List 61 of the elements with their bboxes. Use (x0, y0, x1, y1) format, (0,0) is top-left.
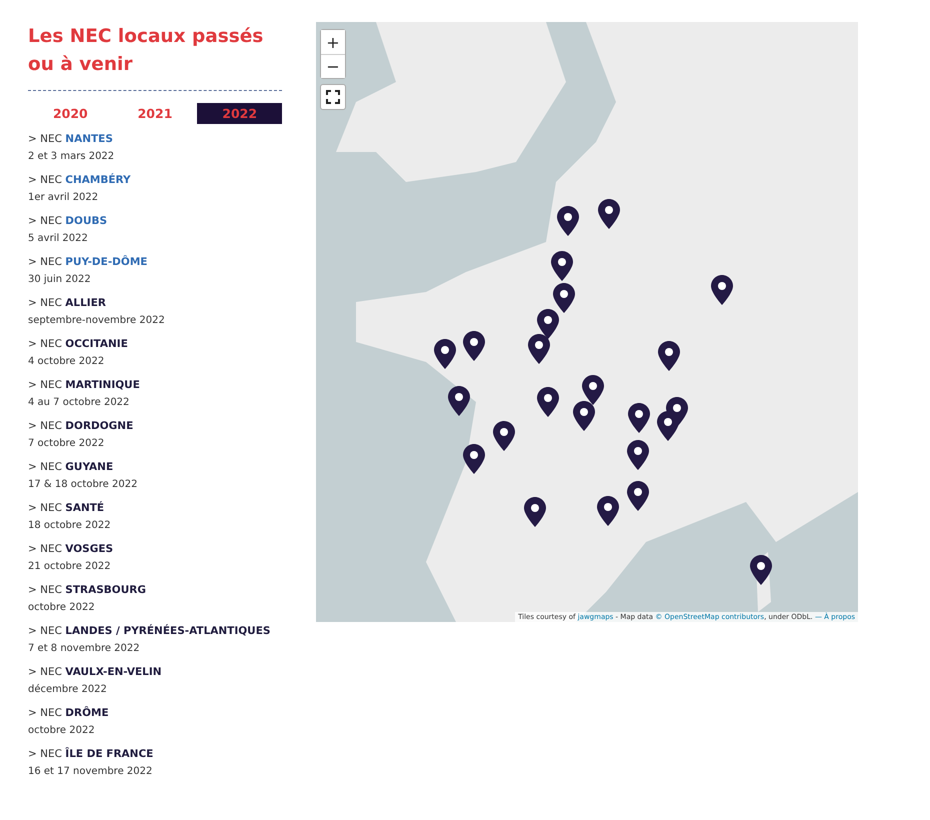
event-date: 2 et 3 mars 2022 (28, 150, 114, 164)
map-pin-icon[interactable] (750, 555, 772, 585)
event-date: 5 avril 2022 (28, 232, 88, 246)
page-heading: Les NEC locaux passés ou à venir (28, 25, 264, 77)
event-date: 7 et 8 novembre 2022 (28, 642, 140, 656)
event-date: 30 juin 2022 (28, 273, 91, 287)
event-date: 4 au 7 octobre 2022 (28, 396, 130, 410)
event-title: > NEC STRASBOURG (28, 583, 146, 598)
map-pin-icon[interactable] (658, 341, 680, 371)
event-date: octobre 2022 (28, 601, 95, 615)
map-pin-icon[interactable] (553, 283, 575, 313)
event-link[interactable]: > NEC PUY-DE-DÔME (28, 254, 148, 270)
map-pin-icon[interactable] (463, 444, 485, 474)
map-pin-icon[interactable] (598, 199, 620, 229)
event-link[interactable]: > NEC DOUBS (28, 213, 108, 229)
year-tab[interactable]: 2020 (28, 103, 113, 124)
map-pin-icon[interactable] (657, 411, 679, 441)
map-pin-icon[interactable] (597, 496, 619, 526)
map-pin-icon[interactable] (551, 251, 573, 281)
event-date: 17 & 18 octobre 2022 (28, 478, 138, 492)
map-pin-icon[interactable] (537, 387, 559, 417)
map-pin-icon[interactable] (711, 275, 733, 305)
map-pin-icon[interactable] (434, 339, 456, 369)
map-pin-icon[interactable] (463, 331, 485, 361)
event-title: > NEC ALLIER (28, 296, 106, 311)
event-date: 16 et 17 novembre 2022 (28, 765, 152, 779)
event-date: 18 octobre 2022 (28, 519, 111, 533)
event-date: 21 octobre 2022 (28, 560, 111, 574)
map-pin-icon[interactable] (628, 403, 650, 433)
map-pin-icon[interactable] (573, 401, 595, 431)
event-title: > NEC MARTINIQUE (28, 378, 140, 393)
map-pin-icon[interactable] (557, 206, 579, 236)
event-link[interactable]: > NEC NANTES (28, 131, 113, 147)
event-date: 7 octobre 2022 (28, 437, 104, 451)
map-pin-icon[interactable] (537, 309, 559, 339)
map-pin-icon[interactable] (524, 497, 546, 527)
fullscreen-icon[interactable] (320, 84, 346, 110)
map-pin-icon[interactable] (627, 481, 649, 511)
map-pin-icon[interactable] (627, 440, 649, 470)
map-pin-icon[interactable] (493, 421, 515, 451)
event-date: septembre-novembre 2022 (28, 314, 165, 328)
event-title: > NEC DRÔME (28, 705, 109, 721)
event-title: > NEC OCCITANIE (28, 337, 128, 352)
map-pin-icon[interactable] (528, 334, 550, 364)
event-title: > NEC DORDOGNE (28, 419, 134, 434)
year-tab[interactable]: 2022 (197, 103, 282, 124)
event-link[interactable]: > NEC CHAMBÉRY (28, 172, 131, 188)
year-tab[interactable]: 2021 (112, 103, 198, 124)
event-title: > NEC VOSGES (28, 542, 114, 557)
event-title: > NEC SANTÉ (28, 500, 104, 516)
map-pin-icon[interactable] (582, 375, 604, 405)
event-date: octobre 2022 (28, 724, 95, 738)
event-date: 4 octobre 2022 (28, 355, 104, 369)
event-date: décembre 2022 (28, 683, 107, 697)
event-title: > NEC LANDES / PYRÉNÉES-ATLANTIQUES (28, 623, 270, 639)
event-date: 1er avril 2022 (28, 191, 98, 205)
event-title: > NEC ÎLE DE FRANCE (28, 746, 154, 762)
event-title: > NEC GUYANE (28, 460, 114, 475)
event-title: > NEC VAULX-EN-VELIN (28, 665, 162, 680)
map-pin-icon[interactable] (448, 386, 470, 416)
zoom-out-button[interactable]: − (321, 54, 345, 78)
